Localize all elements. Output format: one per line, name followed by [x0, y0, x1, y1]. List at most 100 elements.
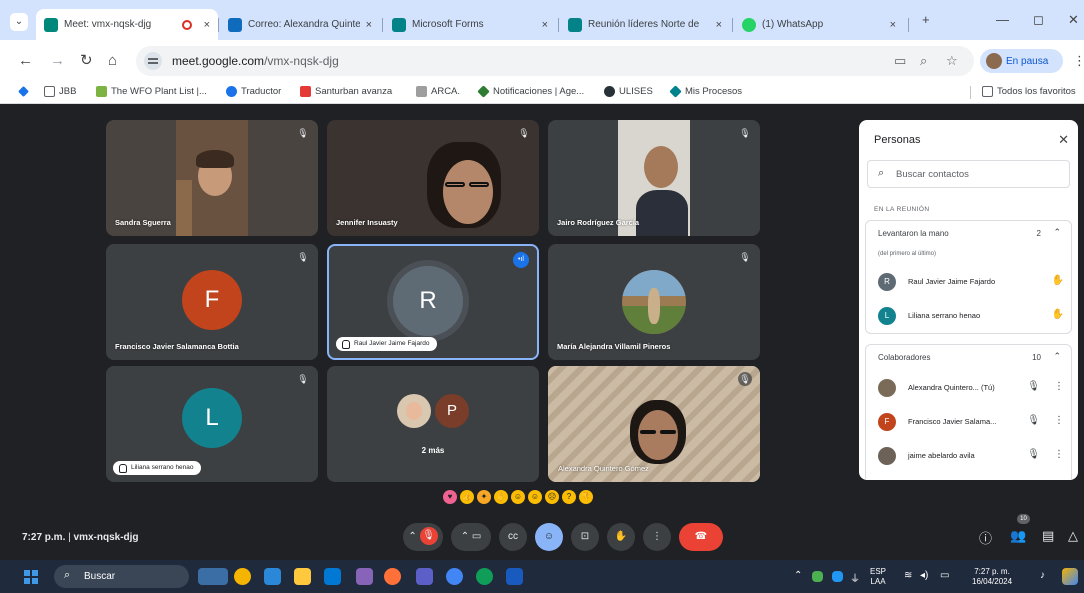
celebrate-reaction-icon[interactable]: ✦ [477, 490, 491, 504]
bookmark-traductor[interactable]: Traductor [226, 86, 281, 97]
chevron-up-icon[interactable]: ⌃ [1053, 351, 1061, 362]
sad-reaction-icon[interactable]: ☹ [545, 490, 559, 504]
apps-icon[interactable] [18, 86, 33, 97]
tray-app-icon[interactable] [832, 571, 843, 582]
battery-icon[interactable]: ▭ [940, 570, 949, 581]
teams-app-icon[interactable] [416, 568, 433, 585]
participant-tile[interactable]: 🎙 Jairo Rodríguez García [548, 120, 760, 236]
list-item[interactable]: R Raul Javier Jaime Fajardo ✋ [878, 271, 1068, 293]
usb-icon[interactable]: ⏚ [850, 570, 860, 585]
site-info-icon[interactable] [144, 52, 162, 70]
store-icon[interactable] [356, 568, 373, 585]
mic-options-button[interactable]: ⌃ 🎙 [403, 523, 443, 551]
close-icon[interactable]: × [890, 19, 896, 31]
clap-reaction-icon[interactable]: ✋ [494, 490, 508, 504]
chat-icon[interactable]: ▤ [1042, 528, 1054, 544]
raised-hand-icon[interactable]: ✋ [1052, 309, 1064, 320]
list-item[interactable]: jaime abelardo avila 🎙 ⋮ [878, 445, 1068, 467]
people-icon[interactable]: 👥 [1010, 528, 1026, 544]
bookmark-santurban[interactable]: Santurban avanza [300, 86, 392, 97]
more-participants-tile[interactable]: P 2 más [327, 366, 539, 482]
mail-icon[interactable] [324, 568, 341, 585]
more-options-button[interactable]: ⋮ [643, 523, 671, 551]
reload-icon[interactable]: ↻ [80, 52, 93, 70]
chevron-up-icon[interactable]: ⌃ [1053, 227, 1061, 238]
list-item[interactable]: F Francisco Javier Salama... 🎙 ⋮ [878, 411, 1068, 433]
bookmark-notificaciones[interactable]: Notificaciones | Age... [477, 85, 584, 98]
teams-icon[interactable] [264, 568, 281, 585]
tab-meet[interactable]: Meet: vmx-nqsk-djg × [36, 9, 218, 40]
thumbs-down-reaction-icon[interactable]: 👎 [579, 490, 593, 504]
bookmark-jbb[interactable]: JBB [44, 86, 76, 97]
notification-bell-icon[interactable]: ♪ [1040, 570, 1045, 581]
copilot-icon[interactable] [1062, 568, 1078, 585]
address-bar[interactable]: meet.google.com/vmx-nqsk-djg ▭ ⌕ ☆ [136, 46, 974, 76]
tab-whatsapp[interactable]: (1) WhatsApp × [734, 9, 904, 40]
file-explorer-icon[interactable] [294, 568, 311, 585]
participant-tile[interactable]: 🎙 Jennifer Insuasty [327, 120, 539, 236]
raise-hand-button[interactable]: ✋ [607, 523, 635, 551]
restore-icon[interactable]: ◻ [1033, 12, 1044, 28]
tab-search-button[interactable]: ⌄ [10, 13, 28, 31]
tray-app-icon[interactable] [812, 571, 823, 582]
firefox-icon[interactable] [384, 568, 401, 585]
new-tab-icon[interactable]: + [922, 12, 930, 27]
reactions-button[interactable]: ☺ [535, 523, 563, 551]
bookmark-ulises[interactable]: ULISES [604, 86, 653, 97]
tab-forms[interactable]: Microsoft Forms × [384, 9, 556, 40]
more-options-icon[interactable]: ⋮ [1054, 415, 1064, 426]
tab-reunion[interactable]: Reunión líderes Norte de × [560, 9, 730, 40]
tab-correo[interactable]: Correo: Alexandra Quinte × [220, 9, 380, 40]
chrome-taskbar-icon[interactable] [234, 568, 251, 585]
volume-icon[interactable]: ◂) [920, 570, 928, 581]
laugh-reaction-icon[interactable]: ☺ [511, 490, 525, 504]
edge-icon[interactable] [476, 568, 493, 585]
forward-icon[interactable]: → [50, 52, 65, 70]
meeting-details-icon[interactable]: ⓘ [979, 528, 992, 547]
cast-icon[interactable]: ▭ [894, 53, 906, 69]
camera-options-button[interactable]: ⌃ ▭ [451, 523, 491, 551]
bookmark-arca[interactable]: ARCA. [416, 86, 460, 97]
language-indicator[interactable]: ESP LAA [870, 567, 886, 587]
start-menu-icon[interactable] [24, 570, 38, 584]
more-options-icon[interactable]: ⋮ [1054, 381, 1064, 392]
back-icon[interactable]: ← [18, 52, 33, 70]
participant-tile[interactable]: F 🎙 Francisco Javier Salamanca Bottia [106, 244, 318, 360]
taskbar-search[interactable]: ⌕ Buscar [54, 565, 189, 588]
close-icon[interactable]: ✕ [1058, 132, 1069, 148]
close-icon[interactable]: × [542, 19, 548, 31]
more-options-icon[interactable]: ⋮ [1054, 449, 1064, 460]
participant-tile[interactable]: L 🎙 Liliana serrano henao [106, 366, 318, 482]
zoom-icon[interactable]: ⌕ [920, 53, 927, 69]
bookmark-star-icon[interactable]: ☆ [946, 53, 958, 69]
browser-menu-icon[interactable]: ⋮ [1073, 53, 1084, 69]
home-icon[interactable]: ⌂ [108, 52, 117, 70]
thinking-reaction-icon[interactable]: ? [562, 490, 576, 504]
heart-reaction-icon[interactable]: ♥ [443, 490, 457, 504]
participant-tile-self[interactable]: 🎙 Alexandra Quintero Gómez [548, 366, 760, 482]
participant-tile-active-speaker[interactable]: R •ıl Raul Javier Jaime Fajardo [327, 244, 539, 360]
chrome-icon[interactable] [446, 568, 463, 585]
widgets-icon[interactable] [198, 568, 228, 585]
minimize-icon[interactable]: — [996, 12, 1009, 27]
tray-overflow-icon[interactable]: ⌃ [794, 570, 802, 581]
leave-call-button[interactable]: ☎ [679, 523, 723, 551]
window-close-icon[interactable]: ✕ [1068, 12, 1079, 28]
close-icon[interactable]: × [204, 19, 210, 31]
activities-icon[interactable]: △ [1068, 528, 1078, 544]
list-item[interactable]: L Liliana serrano henao ✋ [878, 305, 1068, 327]
bookmark-mis-procesos[interactable]: Mis Procesos [669, 85, 742, 98]
close-icon[interactable]: × [716, 19, 722, 31]
surprised-reaction-icon[interactable]: ☺ [528, 490, 542, 504]
url-text[interactable]: meet.google.com/vmx-nqsk-djg [172, 54, 339, 68]
participant-tile[interactable]: 🎙 Sandra Sguerra [106, 120, 318, 236]
list-item[interactable]: Alexandra Quintero... (Tú) 🎙 ⋮ [878, 377, 1068, 399]
system-clock[interactable]: 7:27 p. m. 16/04/2024 [972, 567, 1012, 587]
wifi-icon[interactable]: ≋ [904, 570, 912, 581]
word-icon[interactable] [506, 568, 523, 585]
all-bookmarks[interactable]: Todos los favoritos [982, 86, 1076, 97]
thumbs-up-reaction-icon[interactable]: 👍 [460, 490, 474, 504]
close-icon[interactable]: × [366, 19, 372, 31]
search-contacts-input[interactable]: ⌕ Buscar contactos [867, 160, 1070, 188]
bookmark-wfo[interactable]: The WFO Plant List |... [96, 86, 207, 97]
